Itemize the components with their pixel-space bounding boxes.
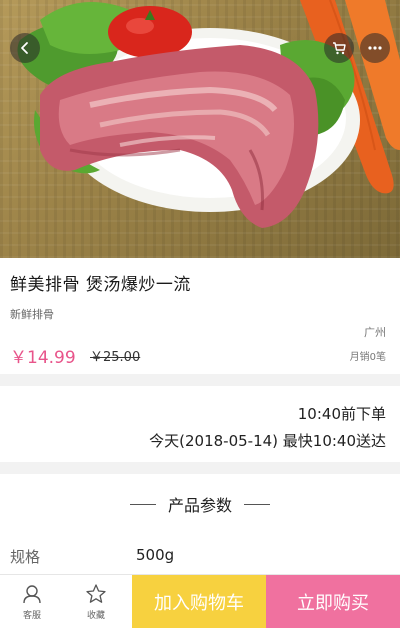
spec-label: 规格: [10, 548, 41, 566]
star-icon: [86, 584, 106, 603]
delivery-time: 今天(2018-05-14) 最快10:40送达: [149, 432, 386, 450]
product-image[interactable]: [0, 0, 400, 258]
cart-icon: [333, 42, 346, 55]
customer-service-button[interactable]: 客服: [2, 575, 62, 628]
product-subtitle: 新鲜排骨: [10, 308, 54, 321]
service-label: 客服: [22, 611, 41, 621]
params-header: 产品参数: [0, 492, 400, 516]
product-info: 鲜美排骨 煲汤爆炒一流 新鲜排骨 ￥14.99 ￥25.00 广州 月销0笔: [0, 258, 400, 374]
bottom-action-bar: 客服 收藏 加入购物车 立即购买: [0, 574, 400, 628]
favorite-label: 收藏: [86, 611, 105, 621]
spec-value: 500g: [136, 546, 175, 564]
back-button[interactable]: [10, 33, 40, 63]
more-icon: [368, 46, 382, 50]
delivery-info: 10:40前下单 今天(2018-05-14) 最快10:40送达: [0, 386, 400, 462]
back-arrow-icon: [21, 42, 28, 54]
headset-icon: [23, 585, 41, 604]
favorite-button[interactable]: 收藏: [66, 575, 126, 628]
add-to-cart-button[interactable]: 加入购物车: [132, 575, 266, 628]
product-price: ￥14.99: [10, 348, 76, 368]
product-title: 鲜美排骨 煲汤爆炒一流: [10, 275, 191, 295]
monthly-sales: 月销0笔: [349, 352, 386, 363]
original-price: ￥25.00: [90, 350, 141, 365]
cart-button[interactable]: [324, 33, 354, 63]
more-button[interactable]: [360, 33, 390, 63]
order-deadline: 10:40前下单: [297, 405, 386, 423]
divider-line-right: [244, 503, 270, 505]
params-title: 产品参数: [167, 496, 232, 515]
buy-now-button[interactable]: 立即购买: [266, 575, 400, 628]
product-location: 广州: [364, 326, 386, 339]
divider-line-left: [129, 503, 156, 505]
